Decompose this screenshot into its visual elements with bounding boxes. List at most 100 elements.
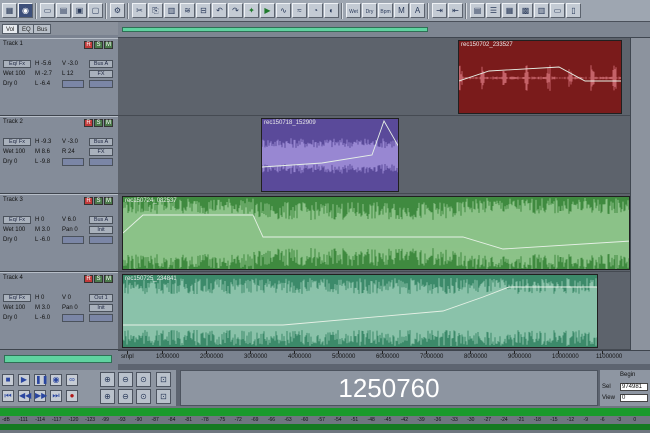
bus-button[interactable]: Bus A bbox=[89, 216, 113, 224]
pan-value[interactable]: Pan 0 bbox=[62, 226, 78, 234]
solo-button[interactable]: S bbox=[94, 197, 103, 205]
fx-button[interactable]: Init bbox=[89, 304, 113, 312]
grid2-toolbar-icon[interactable]: ▦ bbox=[502, 3, 517, 18]
lock-button[interactable] bbox=[62, 236, 84, 244]
time-ruler[interactable]: smpl 1000000 2000000 3000000 4000000 5000000 6… bbox=[118, 350, 650, 364]
wet-value[interactable]: Wet 100 bbox=[3, 70, 25, 78]
wet-value[interactable]: Wet 100 bbox=[3, 226, 25, 234]
fx-button[interactable]: FX bbox=[89, 70, 113, 78]
rewind-button[interactable]: ◀◀ bbox=[18, 390, 31, 402]
record-arm-button[interactable]: R bbox=[84, 275, 93, 283]
volume-value[interactable]: V -3.0 bbox=[62, 60, 78, 68]
prefs-toolbar-icon[interactable]: ⚙ bbox=[110, 3, 125, 18]
high-gain-value[interactable]: H 0 bbox=[35, 216, 44, 224]
mute-button[interactable]: M bbox=[104, 197, 113, 205]
split-toolbar-icon[interactable]: ⇥ bbox=[432, 3, 447, 18]
undo-toolbar-icon[interactable]: ↶ bbox=[212, 3, 227, 18]
fx-button[interactable]: FX bbox=[89, 148, 113, 156]
track-lane[interactable]: rec150718_152909 bbox=[118, 116, 630, 194]
fx4-toolbar-icon[interactable]: A bbox=[410, 3, 425, 18]
clips-toolbar-icon[interactable]: ▤ bbox=[470, 3, 485, 18]
track-panel-scroll[interactable] bbox=[4, 355, 112, 363]
grid3-toolbar-icon[interactable]: ▩ bbox=[518, 3, 533, 18]
lock-button[interactable] bbox=[62, 158, 84, 166]
stop-button[interactable]: ■ bbox=[2, 374, 14, 386]
high-gain-value[interactable]: H -5.6 bbox=[35, 60, 51, 68]
new-toolbar-icon[interactable]: ▭ bbox=[40, 3, 55, 18]
track-header[interactable]: Track 2 R S M Eq/ Fx H -9.3 V -3.0 Bus A Wet 100… bbox=[0, 116, 118, 194]
trim-toolbar-icon[interactable]: ⊟ bbox=[196, 3, 211, 18]
fx-toolbar-icon[interactable]: ✦ bbox=[244, 3, 259, 18]
fx-chain-button[interactable] bbox=[89, 80, 113, 88]
pan-value[interactable]: L 12 bbox=[62, 70, 73, 78]
lock-button[interactable] bbox=[62, 80, 84, 88]
pause-button[interactable]: ❚❚ bbox=[34, 374, 48, 386]
record-arm-button[interactable]: R bbox=[84, 197, 93, 205]
tab-vol[interactable]: Vol bbox=[2, 24, 19, 34]
audio-clip[interactable]: rec150725_234841 bbox=[122, 274, 598, 348]
view-value-field[interactable]: 0 bbox=[620, 394, 648, 402]
vol-toolbar-icon[interactable]: ◔ bbox=[308, 3, 323, 18]
list-toolbar-icon[interactable]: ☰ bbox=[486, 3, 501, 18]
fx-button[interactable]: Init bbox=[89, 226, 113, 234]
cut-toolbar-icon[interactable]: ✂ bbox=[132, 3, 147, 18]
mute-button[interactable]: M bbox=[104, 41, 113, 49]
eq-fx-button[interactable]: Eq/ Fx bbox=[3, 216, 31, 224]
tab-bus[interactable]: Bus bbox=[33, 24, 52, 34]
solo-button[interactable]: S bbox=[94, 119, 103, 127]
audio-clip[interactable]: rec150702_233527 bbox=[458, 40, 622, 114]
cd-toolbar-icon[interactable]: ◉ bbox=[18, 3, 33, 18]
mid-gain-value[interactable]: M -2.7 bbox=[35, 70, 52, 78]
low-gain-value[interactable]: L -9.8 bbox=[35, 158, 50, 166]
bus-button[interactable]: Bus A bbox=[89, 138, 113, 146]
go-end-button[interactable]: ⏭ bbox=[50, 390, 62, 402]
redo-toolbar-icon[interactable]: ↷ bbox=[228, 3, 243, 18]
zoom-in-h-icon[interactable]: ⊕ bbox=[100, 372, 115, 387]
wet-value[interactable]: Wet 100 bbox=[3, 148, 25, 156]
bus-button[interactable]: Bus A bbox=[89, 60, 113, 68]
audio-clip[interactable]: rec150718_152909 bbox=[261, 118, 399, 192]
fx-chain-button[interactable] bbox=[89, 158, 113, 166]
track-lane[interactable]: rec150725_234841 bbox=[118, 272, 630, 350]
low-gain-value[interactable]: L -6.0 bbox=[35, 314, 50, 322]
mute-button[interactable]: M bbox=[104, 119, 113, 127]
forward-button[interactable]: ▶▶ bbox=[34, 390, 47, 402]
zoom-right-icon[interactable]: ⊡ bbox=[156, 389, 171, 404]
vertical-scrollbar[interactable] bbox=[630, 38, 650, 350]
low-gain-value[interactable]: L -6.4 bbox=[35, 80, 50, 88]
lock-button[interactable] bbox=[62, 314, 84, 322]
track-lane[interactable]: rec150702_233527 bbox=[118, 38, 630, 116]
solo-button[interactable]: S bbox=[94, 41, 103, 49]
play-button[interactable]: ▶ bbox=[18, 374, 30, 386]
bus-button[interactable]: Out 1 bbox=[89, 294, 113, 302]
dry-value[interactable]: Dry 0 bbox=[3, 314, 17, 322]
eq-fx-button[interactable]: Eq/ Fx bbox=[3, 60, 31, 68]
zoom-out-v-icon[interactable]: ⊖ bbox=[118, 389, 133, 404]
view1-toolbar-icon[interactable]: ▭ bbox=[550, 3, 565, 18]
fx3-toolbar-icon[interactable]: M bbox=[394, 3, 409, 18]
record-arm-button[interactable]: R bbox=[84, 119, 93, 127]
fx1-toolbar-icon[interactable]: Dry bbox=[362, 3, 377, 18]
track-lane[interactable]: rec150724_082537 bbox=[118, 194, 630, 272]
fx2-toolbar-icon[interactable]: Bpm bbox=[378, 3, 393, 18]
pan-value[interactable]: R 24 bbox=[62, 148, 75, 156]
close-toolbar-icon[interactable]: ▢ bbox=[88, 3, 103, 18]
volume-envelope[interactable] bbox=[262, 119, 399, 168]
save-toolbar-icon[interactable]: ▣ bbox=[72, 3, 87, 18]
join-toolbar-icon[interactable]: ⇤ bbox=[448, 3, 463, 18]
volume-value[interactable]: V 0 bbox=[62, 294, 71, 302]
mid-gain-value[interactable]: M 3.0 bbox=[35, 226, 50, 234]
go-start-button[interactable]: ⏮ bbox=[2, 390, 14, 402]
fx-chain-button[interactable] bbox=[89, 314, 113, 322]
wet-toolbar-icon[interactable]: Wet bbox=[346, 3, 361, 18]
play-loop-button[interactable]: ◉ bbox=[50, 374, 62, 386]
overview-range-bar[interactable] bbox=[122, 27, 428, 32]
view2-toolbar-icon[interactable]: ▯ bbox=[566, 3, 581, 18]
pan-toolbar-icon[interactable]: ◐ bbox=[324, 3, 339, 18]
mid-gain-value[interactable]: M 3.0 bbox=[35, 304, 50, 312]
wet-value[interactable]: Wet 100 bbox=[3, 304, 25, 312]
env-toolbar-icon[interactable]: ∿ bbox=[276, 3, 291, 18]
record-button[interactable]: ● bbox=[66, 390, 78, 402]
volume-value[interactable]: V 6.0 bbox=[62, 216, 76, 224]
eq-fx-button[interactable]: Eq/ Fx bbox=[3, 138, 31, 146]
